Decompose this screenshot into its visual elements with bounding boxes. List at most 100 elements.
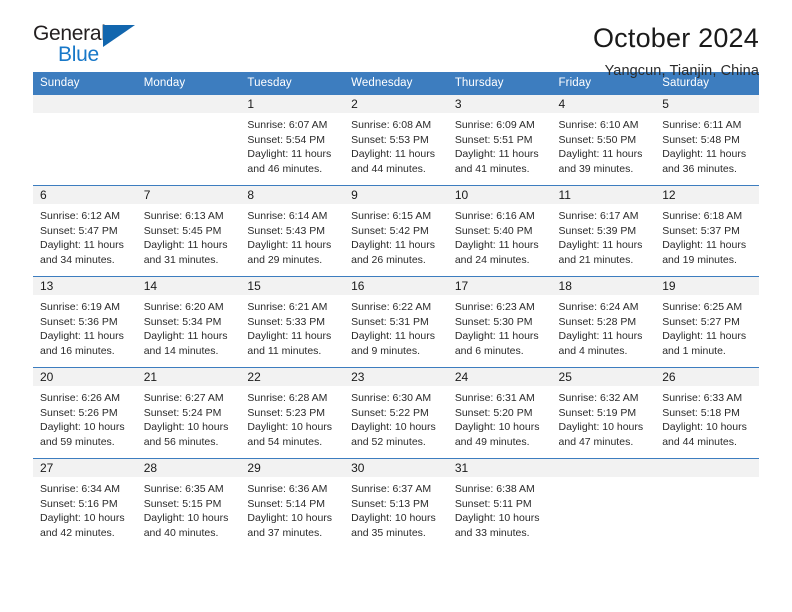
day-number: 18 — [551, 277, 656, 295]
daylight-text-line2: and 14 minutes. — [143, 344, 219, 357]
sunset-text: Sunset: 5:36 PM — [40, 315, 118, 328]
daylight-text-line2: and 59 minutes. — [40, 435, 115, 448]
calendar-day-cell[interactable]: 10 Sunrise: 6:16 AM Sunset: 5:40 PM Dayligh… — [447, 185, 552, 277]
calendar-day-cell[interactable]: 29 Sunrise: 6:36 AM Sunset: 5:14 PM Dayligh… — [240, 458, 345, 549]
calendar-day-cell[interactable]: 5 Sunrise: 6:11 AM Sunset: 5:48 PM Daylight… — [655, 94, 759, 186]
calendar-day-cell[interactable]: 22 Sunrise: 6:28 AM Sunset: 5:23 PM Dayligh… — [240, 367, 345, 459]
sunrise-text: Sunrise: 6:27 AM — [143, 392, 224, 404]
weekday-header-sunday: Sunday — [33, 72, 137, 95]
sunrise-text: Sunrise: 6:25 AM — [662, 301, 743, 313]
day-number: 29 — [240, 459, 345, 477]
daylight-text-line2: and 44 minutes. — [351, 162, 426, 175]
calendar-day-cell[interactable]: 26 Sunrise: 6:33 AM Sunset: 5:18 PM Dayligh… — [655, 367, 759, 459]
sunrise-text: Sunrise: 6:18 AM — [662, 210, 743, 222]
sunset-text: Sunset: 5:31 PM — [351, 315, 429, 328]
calendar-day-cell[interactable]: 7 Sunrise: 6:13 AM Sunset: 5:45 PM Daylight… — [136, 185, 241, 277]
sunrise-text: Sunrise: 6:09 AM — [454, 119, 535, 131]
calendar-day-cell[interactable]: 23 Sunrise: 6:30 AM Sunset: 5:22 PM Dayligh… — [344, 367, 448, 459]
calendar-day-cell[interactable]: 31 Sunrise: 6:38 AM Sunset: 5:11 PM Dayligh… — [447, 458, 552, 549]
daylight-text-line2: and 44 minutes. — [662, 435, 737, 448]
daylight-text-line1: Daylight: 10 hours — [143, 421, 229, 434]
day-details: Sunrise: 6:25 AM Sunset: 5:27 PM Daylight:… — [655, 295, 759, 358]
daylight-text-line2: and 29 minutes. — [247, 253, 323, 266]
sunrise-text: Sunrise: 6:07 AM — [247, 119, 328, 131]
calendar-day-cell[interactable]: 1 Sunrise: 6:07 AM Sunset: 5:54 PM Daylight… — [240, 94, 345, 186]
day-number: 22 — [240, 368, 345, 386]
sunset-text: Sunset: 5:48 PM — [662, 133, 740, 146]
day-number: 21 — [136, 368, 241, 386]
calendar-day-cell[interactable]: 4 Sunrise: 6:10 AM Sunset: 5:50 PM Daylight… — [551, 94, 656, 186]
calendar-day-cell[interactable]: 21 Sunrise: 6:27 AM Sunset: 5:24 PM Dayligh… — [136, 367, 241, 459]
day-number: 20 — [33, 368, 137, 386]
calendar-day-cell[interactable]: 11 Sunrise: 6:17 AM Sunset: 5:39 PM Dayligh… — [551, 185, 656, 277]
calendar-day-cell[interactable]: 28 Sunrise: 6:35 AM Sunset: 5:15 PM Dayligh… — [136, 458, 241, 549]
calendar-day-cell[interactable]: 14 Sunrise: 6:20 AM Sunset: 5:34 PM Dayligh… — [136, 276, 241, 368]
daylight-text-line2: and 49 minutes. — [454, 435, 530, 448]
daylight-text-line1: Daylight: 10 hours — [247, 421, 333, 434]
calendar-day-cell[interactable]: 8 Sunrise: 6:14 AM Sunset: 5:43 PM Daylight… — [240, 185, 345, 277]
day-number: 23 — [344, 368, 448, 386]
daylight-text-line2: and 21 minutes. — [558, 253, 634, 266]
sunrise-text: Sunrise: 6:11 AM — [662, 119, 742, 131]
weekday-header-wednesday: Wednesday — [344, 72, 448, 95]
logo-triangle-icon — [103, 25, 135, 47]
daylight-text-line2: and 4 minutes. — [558, 344, 628, 357]
day-number: 14 — [136, 277, 241, 295]
day-details: Sunrise: 6:38 AM Sunset: 5:11 PM Daylight:… — [448, 477, 552, 540]
calendar-day-cell[interactable]: 2 Sunrise: 6:08 AM Sunset: 5:53 PM Daylight… — [344, 94, 448, 186]
calendar-day-cell[interactable]: 12 Sunrise: 6:18 AM Sunset: 5:37 PM Dayligh… — [655, 185, 759, 277]
sunset-text: Sunset: 5:15 PM — [143, 497, 222, 510]
sunset-text: Sunset: 5:37 PM — [662, 224, 740, 237]
calendar-day-cell[interactable]: 3 Sunrise: 6:09 AM Sunset: 5:51 PM Daylight… — [447, 94, 552, 186]
calendar-day-cell[interactable]: 19 Sunrise: 6:25 AM Sunset: 5:27 PM Dayligh… — [655, 276, 759, 368]
calendar-day-cell[interactable]: 24 Sunrise: 6:31 AM Sunset: 5:20 PM Dayligh… — [447, 367, 552, 459]
day-details: Sunrise: 6:15 AM Sunset: 5:42 PM Daylight:… — [344, 204, 448, 267]
sunrise-text: Sunrise: 6:10 AM — [558, 119, 639, 131]
calendar-day-cell[interactable]: 30 Sunrise: 6:37 AM Sunset: 5:13 PM Dayligh… — [344, 458, 448, 549]
day-details: Sunrise: 6:24 AM Sunset: 5:28 PM Daylight:… — [552, 295, 656, 358]
day-number: 2 — [344, 95, 448, 113]
calendar-day-cell[interactable]: 17 Sunrise: 6:23 AM Sunset: 5:30 PM Dayligh… — [447, 276, 552, 368]
generalblue-logo[interactable]: General Blue — [33, 22, 143, 68]
day-number — [551, 459, 656, 477]
day-details: Sunrise: 6:21 AM Sunset: 5:33 PM Daylight:… — [240, 295, 344, 358]
sunset-text: Sunset: 5:23 PM — [247, 406, 326, 419]
sunrise-text: Sunrise: 6:13 AM — [143, 210, 224, 222]
day-number: 4 — [551, 95, 656, 113]
daylight-text-line1: Daylight: 10 hours — [558, 421, 644, 434]
calendar-day-cell[interactable]: 9 Sunrise: 6:15 AM Sunset: 5:42 PM Daylight… — [344, 185, 448, 277]
calendar-day-cell[interactable]: 13 Sunrise: 6:19 AM Sunset: 5:36 PM Dayligh… — [33, 276, 137, 368]
sunset-text: Sunset: 5:19 PM — [558, 406, 637, 419]
sunset-text: Sunset: 5:54 PM — [247, 133, 326, 146]
sunrise-text: Sunrise: 6:36 AM — [247, 483, 328, 495]
sunset-text: Sunset: 5:51 PM — [454, 133, 533, 146]
day-details: Sunrise: 6:13 AM Sunset: 5:45 PM Daylight:… — [137, 204, 241, 267]
sunset-text: Sunset: 5:18 PM — [662, 406, 740, 419]
day-details: Sunrise: 6:17 AM Sunset: 5:39 PM Daylight:… — [552, 204, 656, 267]
day-details: Sunrise: 6:09 AM Sunset: 5:51 PM Daylight:… — [448, 113, 552, 176]
calendar-day-cell[interactable]: 18 Sunrise: 6:24 AM Sunset: 5:28 PM Dayligh… — [551, 276, 656, 368]
page-title: October 2024 — [592, 23, 759, 53]
sunrise-text: Sunrise: 6:23 AM — [454, 301, 535, 313]
calendar-day-cell[interactable]: 15 Sunrise: 6:21 AM Sunset: 5:33 PM Dayligh… — [240, 276, 345, 368]
daylight-text-line1: Daylight: 11 hours — [40, 330, 124, 343]
daylight-text-line2: and 41 minutes. — [454, 162, 530, 175]
daylight-text-line1: Daylight: 11 hours — [454, 239, 539, 252]
calendar-body: 1 Sunrise: 6:07 AM Sunset: 5:54 PM Daylight… — [33, 94, 759, 549]
daylight-text-line2: and 42 minutes. — [40, 526, 115, 539]
sunset-text: Sunset: 5:40 PM — [454, 224, 533, 237]
calendar-day-cell[interactable]: 25 Sunrise: 6:32 AM Sunset: 5:19 PM Dayligh… — [551, 367, 656, 459]
calendar-day-cell[interactable]: 16 Sunrise: 6:22 AM Sunset: 5:31 PM Dayligh… — [344, 276, 448, 368]
sunset-text: Sunset: 5:26 PM — [40, 406, 118, 419]
calendar-day-cell[interactable]: 27 Sunrise: 6:34 AM Sunset: 5:16 PM Dayligh… — [33, 458, 137, 549]
sunset-text: Sunset: 5:39 PM — [558, 224, 637, 237]
calendar-day-cell[interactable]: 6 Sunrise: 6:12 AM Sunset: 5:47 PM Daylight… — [33, 185, 137, 277]
day-details: Sunrise: 6:08 AM Sunset: 5:53 PM Daylight:… — [344, 113, 448, 176]
daylight-text-line1: Daylight: 10 hours — [143, 512, 229, 525]
calendar-day-cell — [33, 94, 137, 186]
calendar-week-row: 13 Sunrise: 6:19 AM Sunset: 5:36 PM Dayligh… — [33, 276, 759, 368]
calendar-day-cell[interactable]: 20 Sunrise: 6:26 AM Sunset: 5:26 PM Dayligh… — [33, 367, 137, 459]
daylight-text-line2: and 1 minute. — [662, 344, 726, 357]
sunset-text: Sunset: 5:42 PM — [351, 224, 429, 237]
sunrise-text: Sunrise: 6:15 AM — [351, 210, 432, 222]
